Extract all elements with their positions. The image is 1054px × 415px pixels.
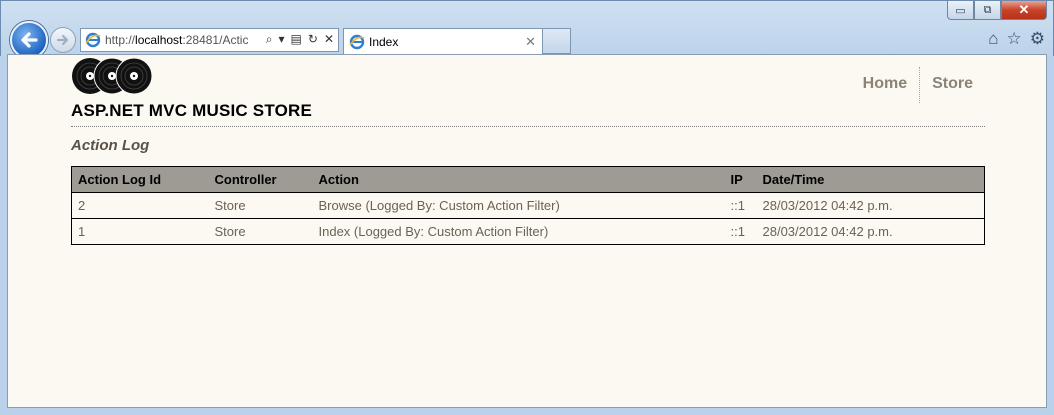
table-row: 1 Store Index (Logged By: Custom Action …: [71, 218, 985, 245]
forward-button[interactable]: [50, 27, 76, 53]
page-title: Action Log: [71, 137, 150, 154]
nav-home-link[interactable]: Home: [851, 67, 919, 103]
minimize-button[interactable]: ▭: [947, 1, 974, 20]
column-header-date-time: Date/Time: [756, 166, 985, 193]
command-icons: ⌂ ☆ ⚙: [988, 29, 1045, 49]
vinyl-records-icon: [72, 57, 153, 95]
tab-title: Index: [369, 35, 399, 49]
back-arrow-icon: [21, 32, 38, 48]
compatibility-view-icon[interactable]: ▤: [291, 32, 302, 47]
table-row: 2 Store Browse (Logged By: Custom Action…: [71, 192, 985, 219]
window-controls: ▭ ⧉ ✕: [947, 1, 1047, 21]
action-log-table: Action Log Id Controller Action IP Date/…: [71, 166, 985, 245]
close-tab-icon[interactable]: ✕: [525, 34, 536, 50]
column-header-action: Action: [312, 166, 725, 193]
cell-action-log-id: 2: [71, 192, 209, 219]
address-path: :28481/Actic: [182, 33, 249, 47]
close-window-button[interactable]: ✕: [1001, 1, 1047, 20]
address-actions: ⌕ ▾ ▤ ↻ ✕: [262, 32, 334, 47]
site-title: ASP.NET MVC MUSIC STORE: [71, 101, 313, 120]
address-host: localhost: [135, 33, 183, 47]
column-header-ip: IP: [724, 166, 757, 193]
cell-action: Index (Logged By: Custom Action Filter): [312, 218, 725, 245]
address-bar[interactable]: http://localhost:28481/Actic ⌕ ▾ ▤ ↻ ✕: [80, 28, 339, 52]
table-header-row: Action Log Id Controller Action IP Date/…: [71, 166, 985, 193]
favorites-icon[interactable]: ☆: [1007, 29, 1022, 49]
main-nav: Home Store: [851, 67, 985, 103]
search-icon[interactable]: ⌕: [266, 32, 273, 47]
refresh-icon[interactable]: ↻: [308, 32, 318, 47]
cell-ip: ::1: [724, 218, 757, 245]
browser-chrome: ▭ ⧉ ✕ http://localhost:28481/Actic ⌕ ▾ ▤…: [0, 0, 1054, 59]
chevron-down-icon[interactable]: ▾: [279, 32, 285, 47]
cell-date-time: 28/03/2012 04:42 p.m.: [756, 218, 985, 245]
vinyl-records-logo[interactable]: [71, 57, 153, 100]
cell-controller: Store: [208, 192, 313, 219]
stop-icon[interactable]: ✕: [324, 32, 334, 47]
column-header-controller: Controller: [208, 166, 313, 193]
column-header-action-log-id: Action Log Id: [71, 166, 209, 193]
tab-index[interactable]: Index ✕: [343, 28, 543, 55]
site-header: ASP.NET MVC MUSIC STORE Home Store: [71, 55, 985, 127]
cell-action: Browse (Logged By: Custom Action Filter): [312, 192, 725, 219]
page-viewport: ASP.NET MVC MUSIC STORE Home Store Actio…: [7, 54, 1047, 408]
restore-button[interactable]: ⧉: [974, 1, 1001, 20]
ie-tab-icon: [349, 34, 365, 50]
tools-gear-icon[interactable]: ⚙: [1030, 29, 1045, 49]
forward-arrow-icon: [56, 34, 69, 46]
nav-store-link[interactable]: Store: [919, 67, 985, 103]
cell-action-log-id: 1: [71, 218, 209, 245]
cell-controller: Store: [208, 218, 313, 245]
cell-ip: ::1: [724, 192, 757, 219]
cell-date-time: 28/03/2012 04:42 p.m.: [756, 192, 985, 219]
home-icon[interactable]: ⌂: [988, 29, 998, 49]
ie-page-icon: [85, 32, 101, 48]
address-url-prefix: http://: [105, 33, 136, 47]
new-tab-button[interactable]: [543, 28, 571, 54]
